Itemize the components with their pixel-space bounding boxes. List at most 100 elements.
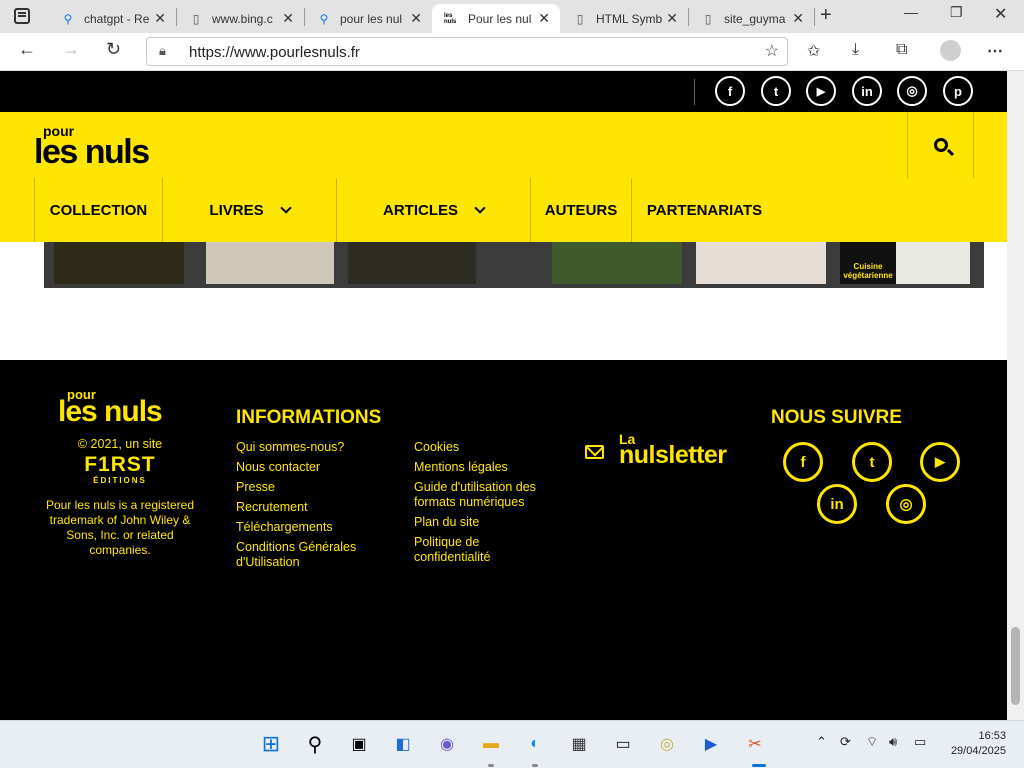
search-icon: ⚲ bbox=[63, 11, 73, 26]
pourlesnuls-favicon: les nuls bbox=[444, 12, 457, 25]
link-telechargements[interactable]: Téléchargements bbox=[236, 520, 396, 535]
link-politique-confidentialite[interactable]: Politique de confidentialité bbox=[414, 535, 514, 565]
close-icon[interactable]: ✕ bbox=[282, 10, 294, 27]
close-icon[interactable]: ✕ bbox=[538, 10, 550, 27]
restore-icon[interactable]: ❐ bbox=[950, 4, 963, 21]
instagram-icon[interactable]: ◎ bbox=[886, 484, 926, 524]
book-cover-caption: Cuisine végétarienne bbox=[840, 242, 896, 284]
close-icon[interactable]: ✕ bbox=[666, 10, 678, 27]
nav-livres[interactable]: LIVRES bbox=[162, 178, 336, 242]
favorites-icon[interactable]: ✩ bbox=[807, 41, 820, 61]
nav-articles[interactable]: ARTICLES bbox=[336, 178, 530, 242]
twitter-icon[interactable]: t bbox=[761, 76, 791, 106]
first-editions-logo[interactable]: F1RST bbox=[40, 453, 200, 477]
taskbar-clock[interactable]: 16:53 29/04/2025 bbox=[944, 729, 1006, 759]
twitter-icon[interactable]: t bbox=[852, 442, 892, 482]
collections-icon[interactable]: ⧉ bbox=[896, 41, 907, 59]
wifi-icon[interactable]: ⌔ bbox=[866, 734, 878, 750]
tab-chatgpt[interactable]: ⚲ chatgpt - Re ✕ bbox=[48, 4, 176, 33]
copyright-text: © 2021, un site bbox=[77, 437, 163, 451]
link-presse[interactable]: Presse bbox=[236, 480, 396, 495]
link-qui-sommes-nous[interactable]: Qui sommes-nous? bbox=[236, 440, 396, 455]
refresh-icon[interactable]: ↻ bbox=[106, 39, 121, 60]
more-icon[interactable]: ⋯ bbox=[987, 41, 1003, 61]
search-icon bbox=[933, 138, 948, 152]
link-nous-contacter[interactable]: Nous contacter bbox=[236, 460, 396, 475]
url-text[interactable]: https://www.pourlesnuls.fr bbox=[189, 44, 360, 61]
trademark-text: Pour les nuls is a registered trademark … bbox=[45, 498, 195, 557]
store-icon[interactable]: ▦ bbox=[566, 731, 592, 757]
pinterest-icon[interactable]: p bbox=[943, 76, 973, 106]
forward-icon[interactable]: → bbox=[62, 39, 80, 60]
scrollbar-thumb[interactable] bbox=[1011, 627, 1020, 705]
article-image-strip[interactable]: Cuisine végétarienne bbox=[44, 242, 984, 288]
close-icon[interactable]: ✕ bbox=[792, 10, 804, 27]
link-mentions-legales[interactable]: Mentions légales bbox=[414, 460, 574, 475]
social-top-bar: f t ▶ in ◎ p bbox=[0, 71, 1007, 112]
article-thumbnail[interactable] bbox=[348, 242, 476, 284]
tab-actions-icon[interactable] bbox=[14, 8, 30, 24]
tab-bing[interactable]: ▯ www.bing.c ✕ bbox=[176, 4, 304, 33]
nav-partenariats[interactable]: PARTENARIATS bbox=[631, 178, 777, 242]
new-tab-icon[interactable]: + bbox=[820, 4, 832, 27]
chevron-up-icon[interactable]: ⌃ bbox=[816, 734, 827, 750]
article-thumbnail[interactable]: Cuisine végétarienne bbox=[840, 242, 970, 284]
teams-chat-icon[interactable]: ◉ bbox=[434, 731, 460, 757]
link-cookies[interactable]: Cookies bbox=[414, 440, 574, 455]
instagram-icon[interactable]: ◎ bbox=[897, 76, 927, 106]
task-view-icon[interactable]: ▣ bbox=[346, 731, 372, 757]
link-plan-du-site[interactable]: Plan du site bbox=[414, 515, 574, 530]
edge-icon[interactable]: ◐ bbox=[522, 731, 548, 757]
nav-auteurs[interactable]: AUTEURS bbox=[530, 178, 631, 242]
link-recrutement[interactable]: Recrutement bbox=[236, 500, 396, 515]
widgets-icon[interactable]: ◧ bbox=[390, 731, 416, 757]
article-thumbnail[interactable] bbox=[54, 242, 184, 284]
link-guide-formats[interactable]: Guide d'utilisation des formats numériqu… bbox=[414, 480, 559, 510]
youtube-icon[interactable]: ▶ bbox=[806, 76, 836, 106]
close-window-icon[interactable]: ✕ bbox=[994, 4, 1007, 24]
facebook-icon[interactable]: f bbox=[783, 442, 823, 482]
start-icon[interactable]: ⊞ bbox=[258, 731, 284, 757]
close-icon[interactable]: ✕ bbox=[154, 10, 166, 27]
article-thumbnail[interactable] bbox=[696, 242, 826, 284]
back-icon[interactable]: ← bbox=[18, 39, 36, 60]
page-icon: ▯ bbox=[576, 11, 584, 26]
browser-tab-strip: ⚲ chatgpt - Re ✕ ▯ www.bing.c ✕ ⚲ pour l… bbox=[0, 0, 1024, 33]
disc-icon[interactable]: ◎ bbox=[654, 731, 680, 757]
lock-icon[interactable]: 🔒︎ bbox=[159, 43, 166, 59]
tab-search-pourlesnuls[interactable]: ⚲ pour les nul ✕ bbox=[304, 4, 432, 33]
article-thumbnail[interactable] bbox=[206, 242, 334, 284]
envelope-icon bbox=[585, 445, 604, 459]
media-player-icon[interactable]: ▶ bbox=[698, 731, 724, 757]
sync-icon[interactable]: ⟳ bbox=[840, 734, 851, 750]
address-bar[interactable]: 🔒︎ https://www.pourlesnuls.fr ☆ bbox=[146, 37, 788, 66]
informations-title: INFORMATIONS bbox=[236, 407, 382, 428]
tab-pourlesnuls-active[interactable]: les nuls Pour les nul ✕ bbox=[432, 4, 560, 33]
linkedin-icon[interactable]: in bbox=[817, 484, 857, 524]
youtube-icon[interactable]: ▶ bbox=[920, 442, 960, 482]
nav-collection[interactable]: COLLECTION bbox=[34, 178, 162, 242]
search-button[interactable] bbox=[907, 112, 974, 178]
linkedin-icon[interactable]: in bbox=[852, 76, 882, 106]
search-icon[interactable]: ⚲ bbox=[302, 731, 328, 757]
downloads-icon[interactable]: ⤓ bbox=[852, 41, 859, 59]
close-icon[interactable]: ✕ bbox=[410, 10, 422, 27]
volume-icon[interactable]: 🔊︎ bbox=[889, 734, 897, 750]
minimize-icon[interactable]: — bbox=[904, 4, 918, 20]
editions-label: ÉDITIONS bbox=[93, 476, 147, 485]
add-favorite-icon[interactable]: ☆ bbox=[765, 41, 779, 61]
link-cgu[interactable]: Conditions Générales d'Utilisation bbox=[236, 540, 376, 570]
file-explorer-icon[interactable]: ▬ bbox=[478, 731, 504, 757]
snipping-tool-icon[interactable]: ✂ bbox=[742, 731, 768, 757]
tab-html-symbols[interactable]: ▯ HTML Symb ✕ bbox=[560, 4, 688, 33]
footer-links-col1: Qui sommes-nous? Nous contacter Presse R… bbox=[236, 440, 396, 575]
profile-avatar[interactable] bbox=[940, 40, 961, 61]
windows-taskbar: ⊞ ⚲ ▣ ◧ ◉ ▬ ◐ ▦ ▭ ◎ ▶ ✂ ⌃ ⟳ ⌔ 🔊︎ ▭ 16:53… bbox=[0, 720, 1024, 768]
search-icon: ⚲ bbox=[319, 11, 329, 26]
page-scrollbar[interactable] bbox=[1007, 71, 1024, 720]
battery-icon[interactable]: ▭ bbox=[914, 734, 926, 750]
facebook-icon[interactable]: f bbox=[715, 76, 745, 106]
terminal-icon[interactable]: ▭ bbox=[610, 731, 636, 757]
tab-site-guyma[interactable]: ▯ site_guyma ✕ bbox=[688, 4, 814, 33]
article-thumbnail[interactable] bbox=[552, 242, 682, 284]
